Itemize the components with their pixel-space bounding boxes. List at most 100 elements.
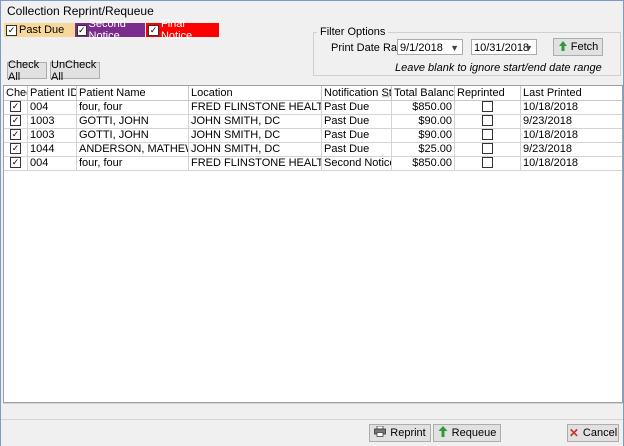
row-checkbox[interactable]: ✓ <box>10 143 21 154</box>
column-header-notification-status[interactable]: Notification Sta △ <box>322 86 392 100</box>
footer-bar <box>1 419 623 446</box>
row-checkbox-cell[interactable]: ✓ <box>4 101 28 114</box>
patient-name-cell: four, four <box>77 101 189 114</box>
close-icon: ✕ <box>568 426 579 440</box>
notification-status-cell: Past Due <box>322 129 392 142</box>
last-printed-cell: 9/23/2018 <box>523 115 572 127</box>
printer-icon <box>374 425 387 440</box>
table-row[interactable]: ✓ 1044 ANDERSON, MATHEW JOHN SMITH, DC Past … <box>4 143 622 157</box>
reprinted-checkbox[interactable] <box>482 129 493 140</box>
horizontal-scrollbar[interactable] <box>3 403 623 420</box>
legend-second-notice[interactable]: ✓ Second Notice <box>75 18 145 42</box>
last-printed-cell: 10/18/2018 <box>523 157 579 169</box>
reprinted-checkbox-cell[interactable] <box>455 101 521 114</box>
filter-hint: Leave blank to ignore start/end date ran… <box>395 62 602 74</box>
column-header-location[interactable]: Location <box>189 86 322 100</box>
column-header-last-printed[interactable]: Last Printed <box>521 86 622 100</box>
notification-status-cell: Past Due <box>322 101 392 114</box>
last-printed-cell: 10/18/2018 <box>523 129 579 141</box>
cancel-button[interactable]: ✕ Cancel <box>567 424 619 442</box>
requeue-arrow-icon <box>438 426 448 440</box>
grid-header: Check Patient ID Patient Name Location N… <box>4 86 622 101</box>
end-date-picker[interactable]: 10/31/2018 ▼ <box>471 39 537 55</box>
legend-past-due[interactable]: ✓ Past Due <box>4 23 75 37</box>
legend-final-notice-label: Final Notice <box>160 18 193 42</box>
uncheck-all-button[interactable]: UnCheck All <box>50 59 100 83</box>
end-date-value: 10/31/2018 <box>474 42 530 54</box>
requeue-label: Requeue <box>451 427 497 439</box>
reprinted-checkbox-cell[interactable] <box>455 143 521 156</box>
last-printed-cell: 10/18/2018 <box>523 101 579 113</box>
cancel-label: Cancel <box>582 427 618 439</box>
patient-id-cell: 004 <box>28 157 77 170</box>
location-cell: FRED FLINSTONE HEALTH ASSOCIATES <box>189 101 322 114</box>
reprinted-checkbox-cell[interactable] <box>455 129 521 142</box>
table-row[interactable]: ✓ 1003 GOTTI, JOHN JOHN SMITH, DC Past Due $9… <box>4 129 622 143</box>
requeue-button[interactable]: Requeue <box>433 424 501 442</box>
patient-name-cell: GOTTI, JOHN <box>77 129 189 142</box>
reprinted-checkbox-cell[interactable] <box>455 157 521 170</box>
column-header-check[interactable]: Check <box>4 86 28 100</box>
legend-past-due-checkbox[interactable]: ✓ <box>6 24 17 36</box>
last-printed-cell: 9/23/2018 <box>523 143 572 155</box>
row-checkbox-cell[interactable]: ✓ <box>4 129 28 142</box>
reprinted-checkbox[interactable] <box>482 143 493 154</box>
patient-id-cell: 1003 <box>28 115 77 128</box>
collection-grid: Check Patient ID Patient Name Location N… <box>3 85 623 403</box>
column-header-patient-id[interactable]: Patient ID <box>28 86 77 100</box>
notification-status-cell: Second Notice <box>324 157 392 170</box>
total-balance-cell: $90.00 <box>392 115 455 128</box>
start-date-picker[interactable]: 9/1/2018 ▼ <box>397 39 463 55</box>
legend-second-notice-checkbox[interactable]: ✓ <box>77 24 87 36</box>
chevron-down-icon[interactable]: ▼ <box>524 40 533 56</box>
total-balance-cell: $25.00 <box>392 143 455 156</box>
notification-status-cell: Past Due <box>322 115 392 128</box>
legend-past-due-label: Past Due <box>19 24 65 36</box>
column-header-reprinted[interactable]: Reprinted <box>455 86 521 100</box>
fetch-icon <box>558 40 568 54</box>
check-all-button[interactable]: Check All <box>7 59 47 83</box>
patient-id-cell: 004 <box>28 101 77 114</box>
legend-final-notice-checkbox[interactable]: ✓ <box>148 24 159 36</box>
column-header-total-balance[interactable]: Total Balance <box>392 86 455 100</box>
patient-id-cell: 1003 <box>28 129 77 142</box>
table-row[interactable]: ✓ 004four, fourFRED FLINSTONE HEALTH ASSO… <box>4 101 622 115</box>
start-date-value: 9/1/2018 <box>400 42 443 54</box>
total-balance-cell: $850.00 <box>392 157 455 170</box>
row-checkbox-cell[interactable]: ✓ <box>4 157 28 170</box>
reprint-label: Reprint <box>390 427 426 439</box>
patient-id-cell: 1044 <box>28 143 77 156</box>
patient-name-cell: GOTTI, JOHN <box>77 115 189 128</box>
patient-name-cell: four, four <box>77 157 189 170</box>
patient-name-cell: ANDERSON, MATHEW <box>79 143 189 156</box>
fetch-label: Fetch <box>570 41 599 53</box>
fetch-button[interactable]: Fetch <box>553 38 603 56</box>
location-cell: FRED FLINSTONE HEALTH ASSOCIATES <box>189 157 322 170</box>
filter-options-title: Filter Options <box>317 26 389 38</box>
window-title: Collection Reprint/Requeue <box>7 4 154 18</box>
row-checkbox[interactable]: ✓ <box>10 129 21 140</box>
column-header-patient-name[interactable]: Patient Name <box>77 86 189 100</box>
row-checkbox-cell[interactable]: ✓ <box>4 143 28 156</box>
sort-ascending-icon: △ <box>382 88 389 98</box>
row-checkbox[interactable]: ✓ <box>10 101 21 112</box>
total-balance-cell: $850.00 <box>392 101 455 114</box>
legend-final-notice[interactable]: ✓ Final Notice <box>146 18 219 42</box>
location-cell: JOHN SMITH, DC <box>189 129 322 142</box>
table-row[interactable]: ✓ 1003 GOTTI, JOHN JOHN SMITH, DC Past Due $9… <box>4 115 622 129</box>
row-checkbox-cell[interactable]: ✓ <box>4 115 28 128</box>
location-cell: JOHN SMITH, DC <box>189 115 322 128</box>
reprint-button[interactable]: Reprint <box>369 424 431 442</box>
reprinted-checkbox[interactable] <box>482 157 493 168</box>
location-cell: JOHN SMITH, DC <box>189 143 322 156</box>
row-checkbox[interactable]: ✓ <box>10 157 21 168</box>
reprinted-checkbox[interactable] <box>482 115 493 126</box>
total-balance-cell: $90.00 <box>392 129 455 142</box>
reprinted-checkbox-cell[interactable] <box>455 115 521 128</box>
row-checkbox[interactable]: ✓ <box>10 115 21 126</box>
notification-status-cell: Past Due <box>322 143 392 156</box>
table-row[interactable]: ✓ 004four, fourFRED FLINSTONE HEALTH ASSO… <box>4 157 622 171</box>
reprinted-checkbox[interactable] <box>482 101 493 112</box>
chevron-down-icon[interactable]: ▼ <box>450 40 459 56</box>
legend-second-notice-label: Second Notice <box>88 18 126 42</box>
